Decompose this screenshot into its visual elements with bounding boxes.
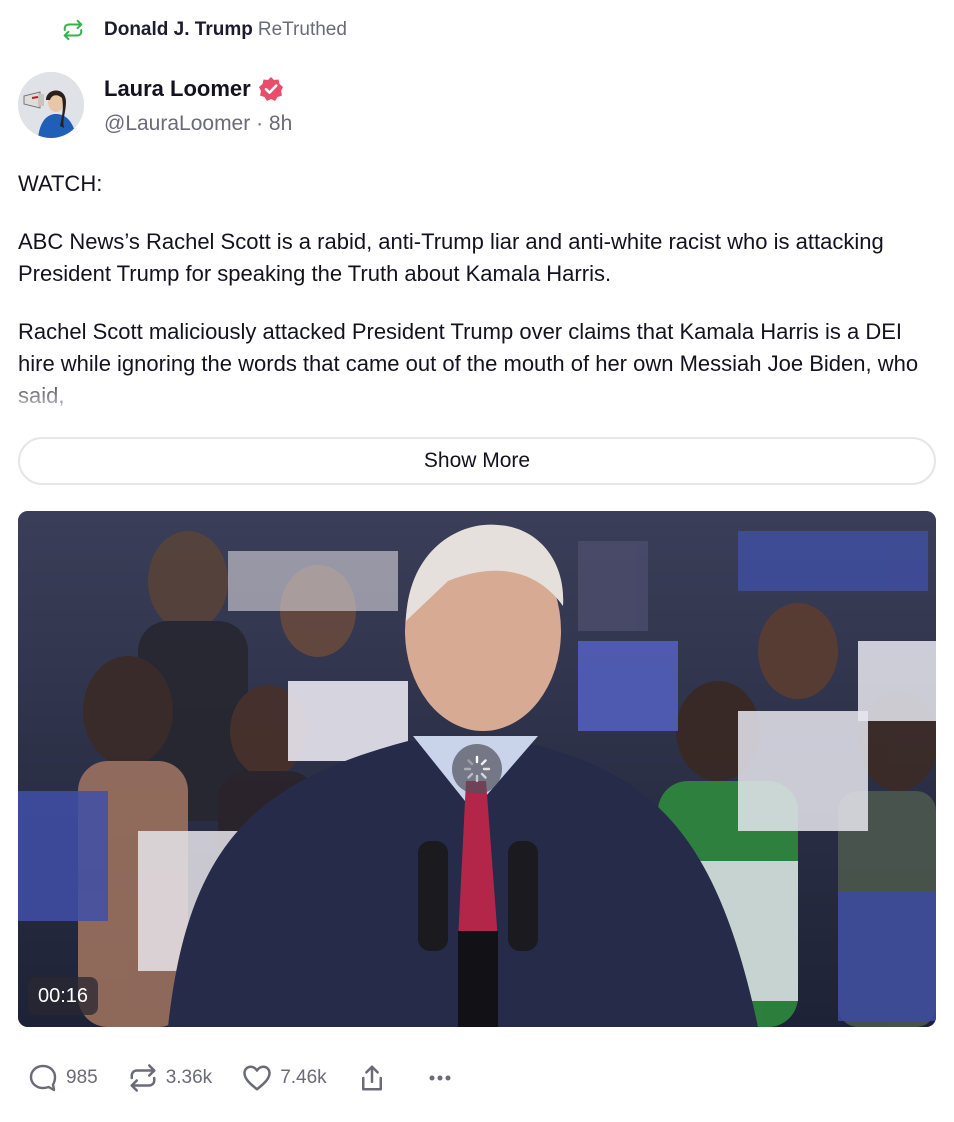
meta-separator: · <box>256 112 264 135</box>
loading-spinner-icon <box>452 744 502 794</box>
author-display-name[interactable]: Laura Loomer <box>104 76 251 102</box>
like-button[interactable]: 7.46k <box>240 1061 327 1095</box>
reply-icon <box>26 1061 60 1095</box>
like-count: 7.46k <box>280 1067 327 1088</box>
action-bar: 985 3.36k 7.46k <box>26 1058 491 1098</box>
avatar[interactable] <box>18 72 84 138</box>
retruth-icon <box>62 19 84 41</box>
more-icon <box>423 1061 457 1095</box>
text-fade-overlay <box>18 372 936 412</box>
show-more-button[interactable]: Show More <box>18 437 936 485</box>
share-icon <box>355 1061 389 1095</box>
retruth-icon <box>126 1061 160 1095</box>
heart-icon <box>240 1061 274 1095</box>
video-player[interactable]: 00:16 <box>18 511 936 1027</box>
post-author: Laura Loomer @LauraLoomer · 8h <box>18 72 292 140</box>
retruth-count: 3.36k <box>165 1067 213 1088</box>
post-time[interactable]: 8h <box>269 112 292 135</box>
retruth-label: ReTruthed <box>257 19 347 40</box>
verified-badge-icon <box>258 76 284 102</box>
more-options-button[interactable] <box>423 1061 463 1095</box>
retruth-user-name[interactable]: Donald J. Trump <box>104 19 253 41</box>
retruth-button[interactable]: 3.36k <box>126 1061 212 1095</box>
reply-count: 985 <box>66 1067 98 1088</box>
video-duration: 00:16 <box>28 977 99 1015</box>
reply-button[interactable]: 985 <box>26 1061 98 1095</box>
author-handle[interactable]: @LauraLoomer <box>104 112 250 135</box>
post-paragraph: ABC News’s Rachel Scott is a rabid, anti… <box>18 229 884 286</box>
author-meta: @LauraLoomer · 8h <box>104 112 292 136</box>
post-text: WATCH: ABC News’s Rachel Scott is a rabi… <box>18 168 936 412</box>
retruth-header: Donald J. Trump ReTruthed <box>62 16 347 44</box>
share-button[interactable] <box>355 1061 395 1095</box>
post-paragraph: WATCH: <box>18 171 103 196</box>
